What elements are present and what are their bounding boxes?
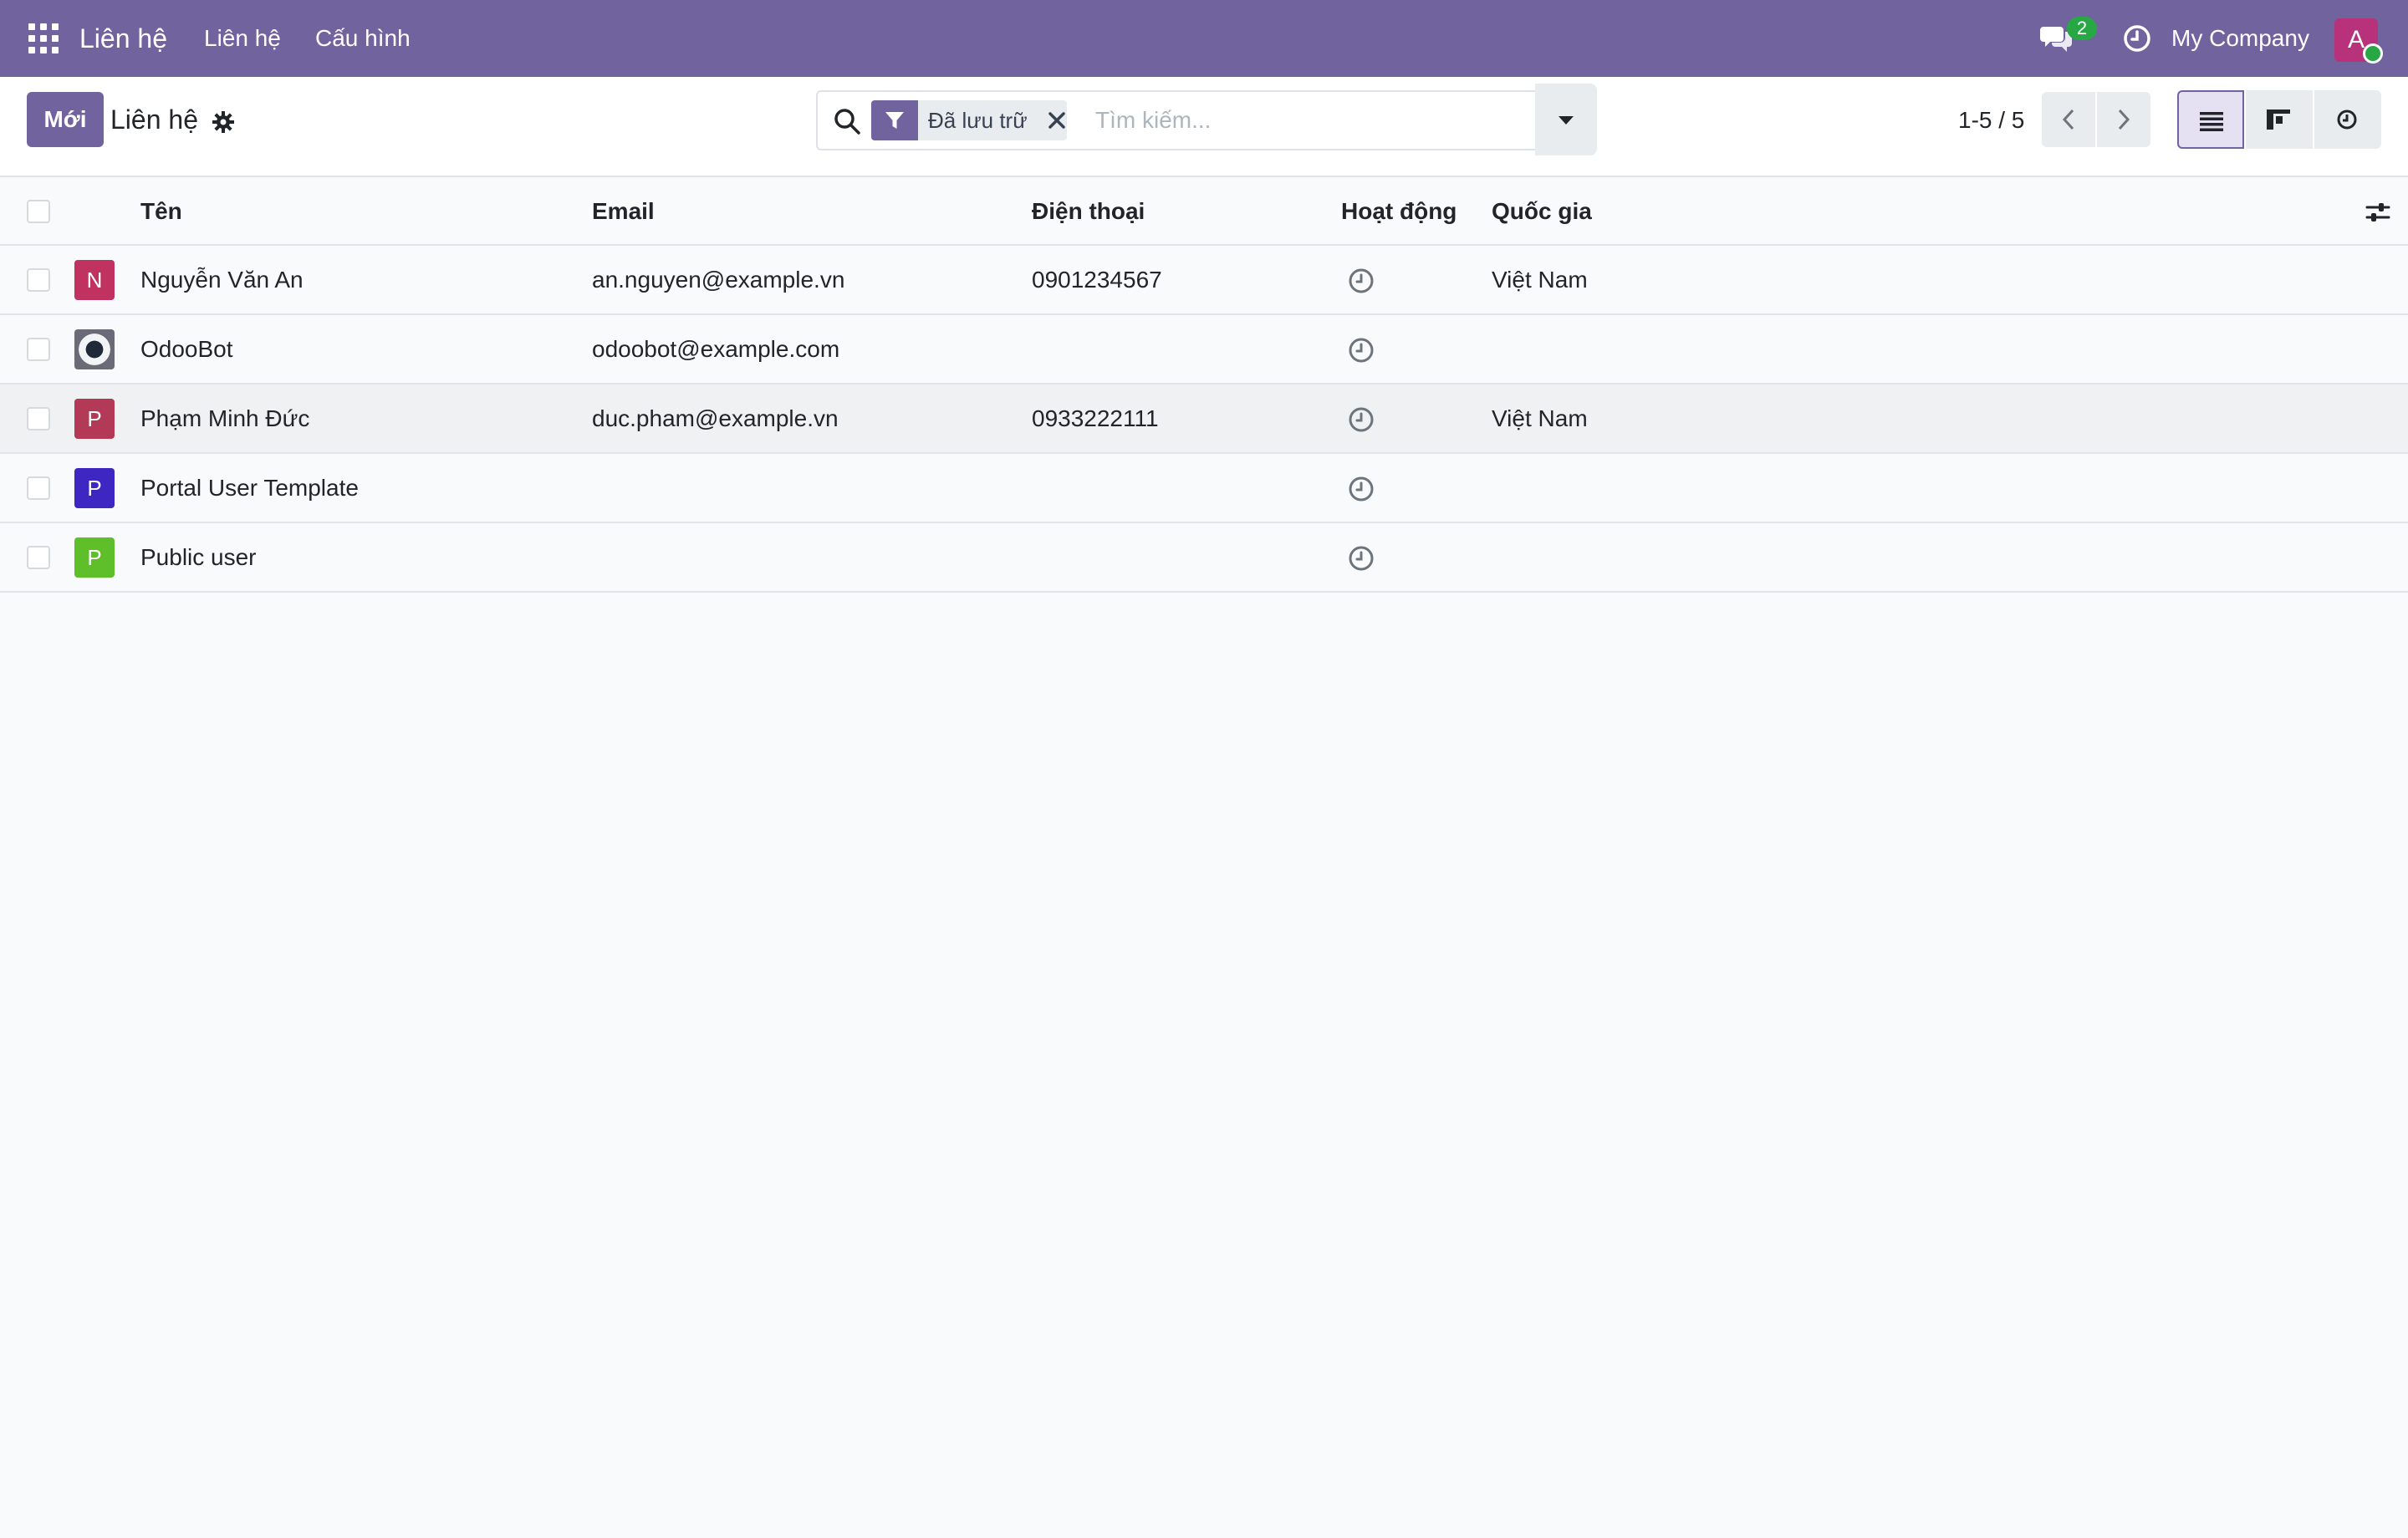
- table-row[interactable]: P Portal User Template: [0, 454, 2408, 523]
- cell-name: OdooBot: [140, 336, 233, 362]
- cell-name: Portal User Template: [140, 475, 359, 501]
- activity-view-button[interactable]: [2314, 90, 2381, 149]
- activity-clock-icon[interactable]: [1348, 476, 1375, 502]
- kanban-view-icon: [2267, 109, 2290, 130]
- cell-email: odoobot@example.com: [592, 336, 840, 362]
- row-checkbox[interactable]: [27, 338, 50, 361]
- cell-name: Public user: [140, 544, 257, 570]
- contacts-table: Tên Email Điện thoại Hoạt động Quốc gia …: [0, 177, 2408, 593]
- cell-name: Nguyễn Văn An: [140, 267, 304, 293]
- row-checkbox[interactable]: [27, 546, 50, 569]
- search-facet-archived: Đã lưu trữ: [918, 100, 1067, 140]
- row-checkbox[interactable]: [27, 268, 50, 292]
- new-button[interactable]: Mới: [27, 92, 104, 147]
- kanban-view-button[interactable]: [2246, 90, 2313, 149]
- list-view-icon: [2200, 112, 2223, 131]
- close-icon[interactable]: [1047, 110, 1067, 130]
- column-header-country[interactable]: Quốc gia: [1492, 196, 1592, 227]
- cell-country: Việt Nam: [1492, 267, 1588, 293]
- column-header-activity[interactable]: Hoạt động: [1341, 196, 1457, 227]
- table-row[interactable]: N Nguyễn Văn An an.nguyen@example.vn 090…: [0, 246, 2408, 315]
- chevron-right-icon: [2118, 109, 2130, 130]
- caret-down-icon: [1559, 116, 1574, 125]
- table-row[interactable]: P Phạm Minh Đức duc.pham@example.vn 0933…: [0, 384, 2408, 454]
- table-header: Tên Email Điện thoại Hoạt động Quốc gia: [0, 177, 2408, 246]
- activity-clock-icon[interactable]: [1348, 267, 1375, 294]
- company-switcher[interactable]: My Company: [2171, 23, 2309, 53]
- clock-icon[interactable]: [2122, 23, 2152, 53]
- odoobot-avatar: [74, 329, 115, 369]
- list-view-button[interactable]: [2177, 90, 2244, 149]
- online-status-dot: [2363, 43, 2383, 64]
- activity-clock-icon[interactable]: [1348, 545, 1375, 572]
- breadcrumb: Liên hệ: [110, 104, 198, 135]
- chevron-left-icon: [2062, 109, 2074, 130]
- cell-email: duc.pham@example.vn: [592, 405, 839, 431]
- avatar: P: [74, 399, 115, 439]
- activity-view-icon: [2337, 109, 2357, 130]
- row-checkbox[interactable]: [27, 407, 50, 430]
- cell-phone: 0933222111: [1032, 405, 1159, 431]
- column-header-email[interactable]: Email: [592, 196, 655, 227]
- activity-clock-icon[interactable]: [1348, 337, 1375, 364]
- row-checkbox[interactable]: [27, 476, 50, 500]
- pager-previous-button[interactable]: [2042, 92, 2095, 147]
- filter-icon: [871, 100, 918, 140]
- table-row[interactable]: P Public user: [0, 523, 2408, 593]
- column-header-name[interactable]: Tên: [140, 196, 182, 227]
- top-navbar: Liên hệ Liên hệ Cấu hình 2 My Company A: [0, 0, 2408, 77]
- avatar: N: [74, 260, 115, 300]
- avatar: P: [74, 537, 115, 578]
- select-all-checkbox[interactable]: [27, 200, 50, 223]
- control-panel: Mới Liên hệ Đã lưu trữ Tìm kiếm... 1-5 /…: [0, 77, 2408, 177]
- cell-phone: 0901234567: [1032, 267, 1162, 293]
- table-row[interactable]: OdooBot odoobot@example.com: [0, 315, 2408, 384]
- app-brand[interactable]: Liên hệ: [79, 20, 167, 57]
- cell-name: Phạm Minh Đức: [140, 405, 310, 431]
- gear-icon[interactable]: [212, 110, 235, 134]
- search-options-toggle[interactable]: [1535, 84, 1597, 155]
- menu-item-contacts[interactable]: Liên hệ: [204, 23, 281, 53]
- cell-country: Việt Nam: [1492, 405, 1588, 431]
- search-input[interactable]: [1094, 100, 1495, 140]
- column-header-phone[interactable]: Điện thoại: [1032, 196, 1145, 227]
- chat-badge: 2: [2067, 17, 2097, 40]
- search-icon: [833, 107, 861, 135]
- pager-next-button[interactable]: [2097, 92, 2150, 147]
- pager-value[interactable]: 1-5 / 5: [1958, 105, 2024, 135]
- apps-grid-icon[interactable]: [28, 23, 59, 53]
- avatar: P: [74, 468, 115, 508]
- optional-columns-icon[interactable]: [2365, 199, 2391, 226]
- cell-email: an.nguyen@example.vn: [592, 267, 845, 293]
- activity-clock-icon[interactable]: [1348, 406, 1375, 433]
- menu-item-configuration[interactable]: Cấu hình: [315, 23, 411, 53]
- search-bar: Đã lưu trữ: [816, 90, 1538, 150]
